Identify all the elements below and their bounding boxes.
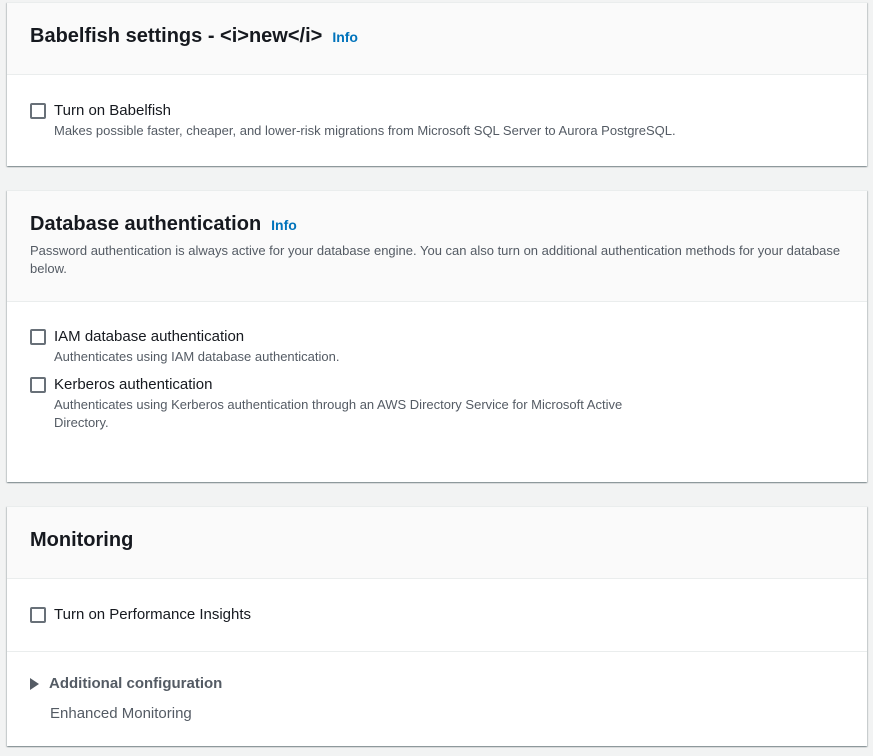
- performance-insights-option[interactable]: Turn on Performance Insights: [30, 605, 844, 625]
- iam-auth-label[interactable]: IAM database authentication: [54, 327, 339, 347]
- babelfish-title-text: Babelfish settings - <i>new</i>: [30, 25, 323, 47]
- database-authentication-panel: Database authentication Info Password au…: [7, 190, 867, 482]
- babelfish-panel-header: Babelfish settings - <i>new</i> Info: [7, 3, 867, 75]
- monitoring-panel-body: Turn on Performance Insights: [7, 579, 867, 651]
- babelfish-panel-body: Turn on Babelfish Makes possible faster,…: [7, 75, 867, 140]
- turn-on-babelfish-label[interactable]: Turn on Babelfish: [54, 101, 676, 121]
- db-auth-panel-title: Database authentication Info: [30, 213, 844, 236]
- iam-auth-checkbox[interactable]: [30, 329, 46, 345]
- iam-auth-option[interactable]: IAM database authentication Authenticate…: [30, 327, 844, 366]
- additional-config-expander[interactable]: Additional configuration: [30, 675, 844, 692]
- additional-config-label: Additional configuration: [49, 675, 223, 692]
- additional-config-section: Additional configuration Enhanced Monito…: [7, 652, 867, 722]
- db-auth-panel-header: Database authentication Info Password au…: [7, 191, 867, 302]
- caret-right-icon: [30, 677, 39, 690]
- performance-insights-checkbox[interactable]: [30, 607, 46, 623]
- db-auth-info-link[interactable]: Info: [271, 217, 297, 233]
- performance-insights-label[interactable]: Turn on Performance Insights: [54, 605, 251, 625]
- db-auth-title-text: Database authentication: [30, 213, 262, 235]
- db-auth-description: Password authentication is always active…: [30, 243, 841, 276]
- turn-on-babelfish-checkbox[interactable]: [30, 103, 46, 119]
- kerberos-auth-desc: Authenticates using Kerberos authenticat…: [54, 397, 623, 430]
- enhanced-monitoring-text: Enhanced Monitoring: [50, 705, 192, 722]
- kerberos-auth-label[interactable]: Kerberos authentication: [54, 375, 634, 395]
- monitoring-title-text: Monitoring: [30, 529, 134, 551]
- monitoring-panel-title: Monitoring: [30, 529, 844, 552]
- babelfish-option[interactable]: Turn on Babelfish Makes possible faster,…: [30, 101, 844, 140]
- babelfish-panel-title: Babelfish settings - <i>new</i> Info: [30, 25, 844, 48]
- kerberos-auth-option[interactable]: Kerberos authentication Authenticates us…: [30, 375, 844, 432]
- iam-auth-desc: Authenticates using IAM database authent…: [54, 349, 340, 364]
- monitoring-panel-header: Monitoring: [7, 507, 867, 579]
- babelfish-settings-panel: Babelfish settings - <i>new</i> Info Tur…: [7, 2, 867, 166]
- turn-on-babelfish-desc: Makes possible faster, cheaper, and lowe…: [54, 123, 676, 138]
- monitoring-panel: Monitoring Turn on Performance Insights …: [7, 506, 867, 746]
- db-auth-panel-body: IAM database authentication Authenticate…: [7, 302, 867, 432]
- babelfish-info-link[interactable]: Info: [332, 29, 358, 45]
- kerberos-auth-checkbox[interactable]: [30, 377, 46, 393]
